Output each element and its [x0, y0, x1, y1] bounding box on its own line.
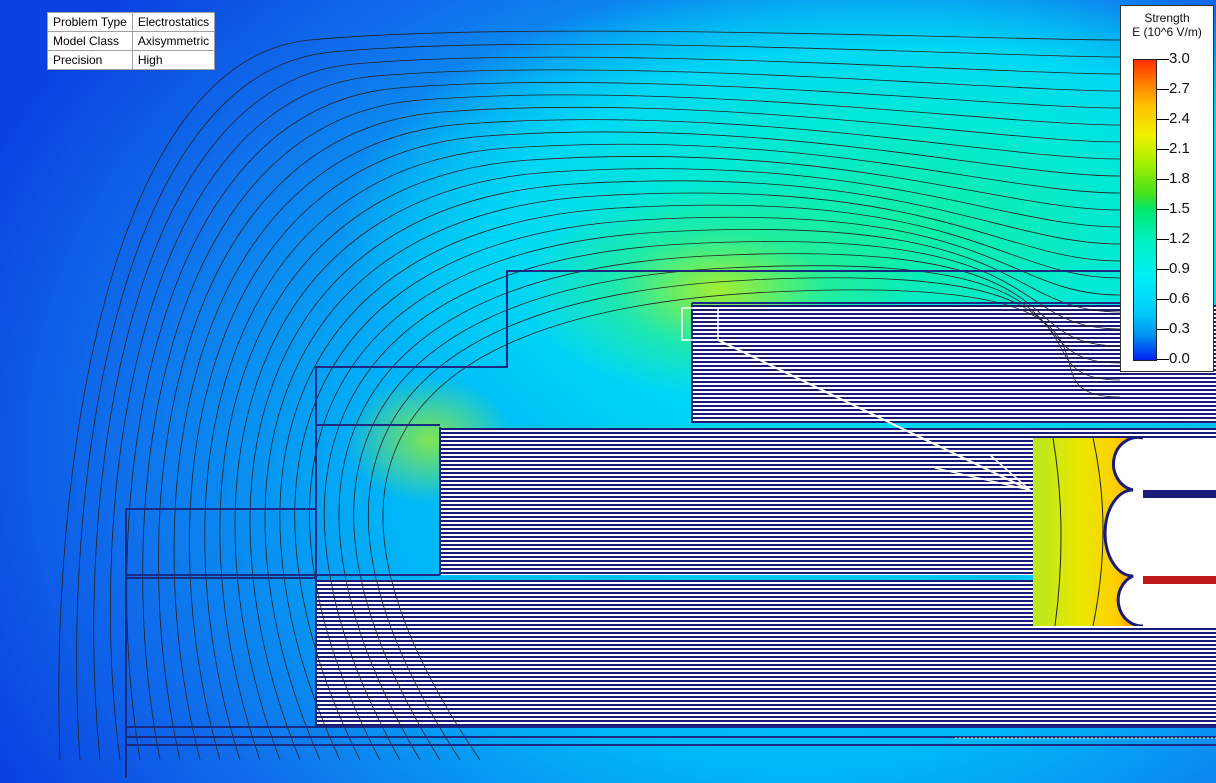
legend-tick-label: 2.7 [1169, 80, 1190, 97]
legend-tick-mark [1157, 179, 1169, 180]
info-value: Axisymmetric [131, 31, 216, 51]
color-legend: Strength E (10^6 V/m) 3.0 2.7 2.4 2.1 1.8 1.5… [1120, 5, 1214, 372]
field-line [323, 241, 1121, 761]
legend-tick-mark [1157, 89, 1169, 90]
zoom-marker-box [681, 307, 719, 341]
field-line [264, 192, 1121, 761]
field-line [294, 216, 1121, 761]
legend-tick-label: 0.0 [1169, 350, 1190, 367]
legend-tick-label: 2.4 [1169, 110, 1190, 127]
legend-tick-mark [1157, 59, 1169, 60]
legend-tick-mark [1157, 359, 1169, 360]
zoom-arrow-head [934, 454, 1031, 491]
field-line [204, 143, 1121, 761]
info-row: Problem Type Electrostatics [47, 12, 216, 32]
field-line [110, 69, 1121, 761]
field-line [93, 56, 1121, 761]
legend-tick-label: 1.8 [1169, 170, 1190, 187]
geometry-and-field-lines [58, 30, 1216, 778]
info-row: Precision High [47, 50, 216, 70]
legend-tick-mark [1157, 119, 1169, 120]
field-line [219, 156, 1121, 761]
color-scale-bar [1133, 59, 1157, 361]
legend-tick-mark [1157, 209, 1169, 210]
legend-tick-label: 1.2 [1169, 230, 1190, 247]
info-label: Model Class [47, 31, 133, 51]
info-label: Problem Type [47, 12, 133, 32]
legend-tick-label: 1.5 [1169, 200, 1190, 217]
region-outline [125, 270, 1120, 778]
field-line [382, 289, 1121, 761]
legend-tick-mark [1157, 269, 1169, 270]
field-line [353, 265, 1121, 761]
legend-tick-label: 2.1 [1169, 140, 1190, 157]
field-line [126, 82, 1121, 761]
legend-tick-mark [1157, 149, 1169, 150]
legend-tick-label: 0.9 [1169, 260, 1190, 277]
field-line [338, 253, 1121, 761]
legend-tick-mark [1157, 299, 1169, 300]
zoom-arrow [717, 339, 1031, 491]
legend-tick-label: 0.6 [1169, 290, 1190, 307]
legend-tick-mark [1157, 239, 1169, 240]
field-line [234, 168, 1121, 761]
legend-tick-label: 3.0 [1169, 50, 1190, 67]
legend-unit: E (10^6 V/m) [1132, 25, 1202, 39]
legend-tick-mark [1157, 329, 1169, 330]
info-value: High [131, 50, 216, 70]
info-table: Problem Type Electrostatics Model Class Ax… [47, 12, 216, 70]
field-line [189, 131, 1121, 761]
field-line [58, 30, 1121, 761]
info-label: Precision [47, 50, 133, 70]
field-line [367, 277, 1121, 761]
info-row: Model Class Axisymmetric [47, 31, 216, 51]
legend-title: Strength [1144, 11, 1190, 25]
legend-tick-label: 0.3 [1169, 320, 1190, 337]
info-value: Electrostatics [131, 12, 216, 32]
